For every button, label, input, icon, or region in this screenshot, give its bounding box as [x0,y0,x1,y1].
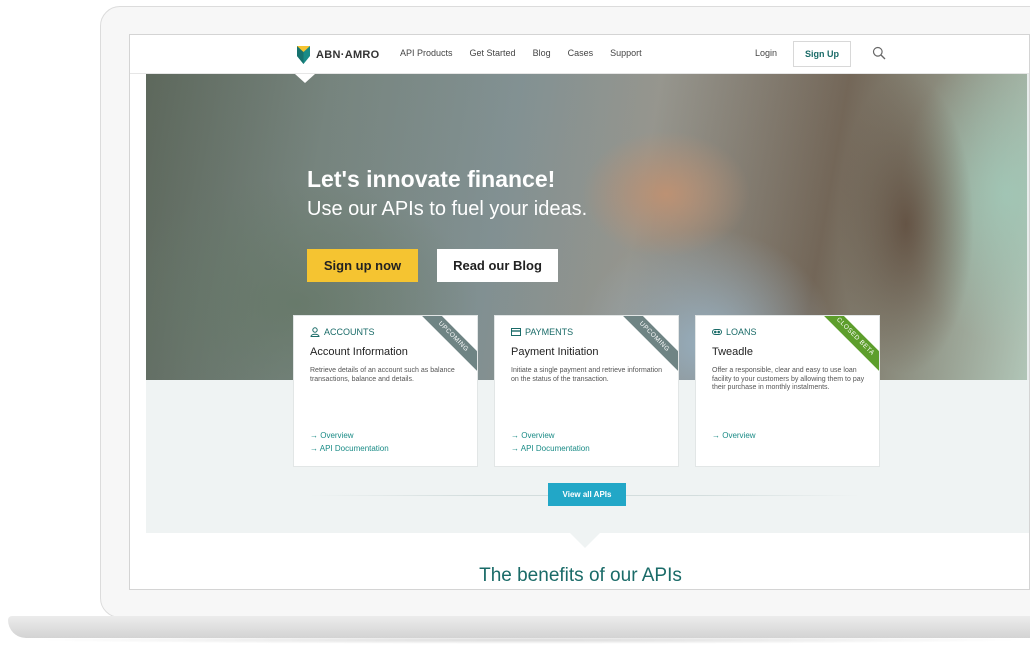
loan-icon [712,329,722,335]
card-category-label: ACCOUNTS [324,327,375,337]
nav-link-cases[interactable]: Cases [568,48,594,58]
card-title: Tweadle [712,346,753,358]
nav-link-blog[interactable]: Blog [533,48,551,58]
card-description: Offer a responsible, clear and easy to u… [712,367,865,391]
card-category: ACCOUNTS [310,327,375,337]
abn-amro-logo[interactable]: ABN·AMRO [297,46,380,64]
card-description: Retrieve details of an account such as b… [310,367,455,383]
card-category-label: PAYMENTS [525,327,574,337]
browser-viewport: Let's innovate finance! Use our APIs to … [129,34,1030,590]
nav-link-get-started[interactable]: Get Started [470,48,516,58]
sign-up-now-button[interactable]: Sign up now [307,249,418,282]
nav-link-api-products[interactable]: API Products [400,48,453,58]
credit-card-icon [511,328,521,336]
sign-up-nav-button[interactable]: Sign Up [793,41,851,67]
read-blog-button[interactable]: Read our Blog [437,249,558,282]
laptop-base [8,616,1030,638]
shield-logo-icon [297,46,310,64]
api-documentation-link[interactable]: → API Documentation [511,444,590,453]
logo-text: ABN·AMRO [316,49,380,61]
hero-subtitle: Use our APIs to fuel your ideas. [307,198,588,220]
api-documentation-link[interactable]: → API Documentation [310,444,389,453]
top-navigation: ABN·AMRO API Products Get Started Blog C… [130,35,1029,74]
card-title: Payment Initiation [511,346,599,358]
nav-menu: API Products Get Started Blog Cases Supp… [400,48,642,58]
overview-link[interactable]: → Overview [511,431,555,440]
card-category-label: LOANS [726,327,757,337]
overview-link[interactable]: → Overview [310,431,354,440]
hero-title: Let's innovate finance! [307,166,556,192]
overview-link[interactable]: → Overview [712,431,756,440]
api-card-payments[interactable]: UPCOMING PAYMENTS Payment Initiation Ini… [494,315,679,467]
user-icon [310,327,320,337]
search-icon[interactable] [872,46,886,60]
view-all-apis-button[interactable]: View all APIs [548,483,626,506]
section-caret [570,533,600,548]
nav-link-support[interactable]: Support [610,48,642,58]
api-card-loans[interactable]: CLOSED BETA LOANS Tweadle Offer a respon… [695,315,880,467]
card-category: LOANS [712,327,757,337]
card-category: PAYMENTS [511,327,573,337]
login-link[interactable]: Login [755,48,777,58]
nav-active-caret [295,74,315,83]
card-title: Account Information [310,346,408,358]
card-description: Initiate a single payment and retrieve i… [511,367,662,383]
benefits-title: The benefits of our APIs [479,565,682,586]
api-card-accounts[interactable]: UPCOMING ACCOUNTS Account Information Re… [293,315,478,467]
